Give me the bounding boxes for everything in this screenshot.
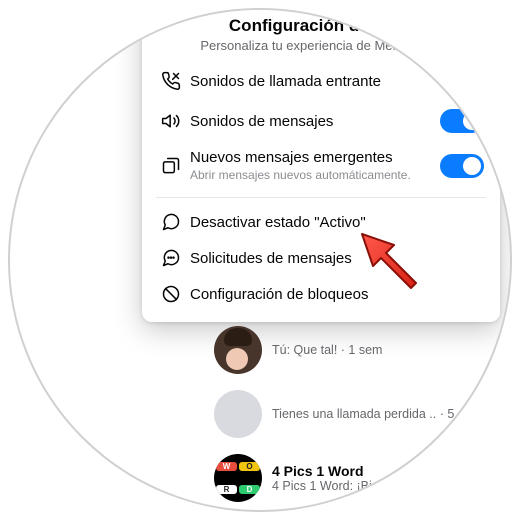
chat-name: 4 Pics 1 Word	[272, 463, 512, 479]
sidebar-more-button[interactable]: •••	[8, 272, 110, 307]
row-label: Sonidos de llamada entrante	[190, 73, 440, 90]
row-label: Solicitudes de mensajes	[190, 250, 484, 267]
chat-preview: 4 Pics 1 Word: ¡Bienvenido …	[272, 479, 512, 493]
row-label: Sonidos de mensajes	[190, 113, 440, 130]
chat-settings-panel: Configuración del chat Personaliza tu ex…	[142, 8, 500, 322]
avatar: WORD	[214, 454, 262, 502]
row-message-requests[interactable]: Solicitudes de mensajes	[152, 240, 490, 276]
separator	[156, 197, 486, 198]
row-label: Configuración de bloqueos	[190, 286, 484, 303]
chat-preview: Tú: Que tal! · 1 sem	[272, 343, 512, 357]
row-popup-messages[interactable]: Nuevos mensajes emergentes Abrir mensaje…	[152, 141, 490, 191]
toggle-message-sounds[interactable]	[440, 109, 484, 133]
toggle-incoming-call-sounds[interactable]	[440, 69, 484, 93]
chat-item[interactable]: Tienes una llamada perdida .. · 5 se	[208, 382, 512, 446]
sidebar-item-activity[interactable]: tividad	[8, 130, 110, 162]
popup-icon	[158, 156, 184, 176]
chat-item[interactable]: WORD 4 Pics 1 Word 4 Pics 1 Word: ¡Bienv…	[208, 446, 512, 510]
chat-list: Tú: Que tal! · 1 sem Tienes una llamada …	[208, 318, 512, 512]
row-hint: Abrir mensajes nuevos automáticamente.	[190, 168, 440, 183]
chat-preview: Tienes una llamada perdida .. · 5 se	[272, 407, 512, 421]
row-label: Nuevos mensajes emergentes	[190, 149, 440, 166]
chat-item[interactable]: Darts FRVR In…	[208, 510, 512, 512]
row-message-sounds[interactable]: Sonidos de mensajes	[152, 101, 490, 141]
row-block-settings[interactable]: Configuración de bloqueos	[152, 276, 490, 312]
avatar	[214, 326, 262, 374]
panel-subtitle: Personaliza tu experiencia de Messenger.	[152, 38, 490, 53]
row-incoming-call-sounds[interactable]: Sonidos de llamada entrante	[152, 61, 490, 101]
circular-viewport: tividad ••• ac. Configuración del chat P…	[8, 8, 512, 512]
badge-label: ac.	[503, 112, 512, 126]
toggle-popup-messages[interactable]	[440, 154, 484, 178]
row-label: Desactivar estado "Activo"	[190, 214, 484, 231]
message-requests-icon	[158, 248, 184, 268]
row-disable-active-status[interactable]: Desactivar estado "Activo"	[152, 204, 490, 240]
left-sidebar: tividad •••	[8, 130, 110, 307]
chat-off-icon	[158, 212, 184, 232]
panel-title: Configuración del chat	[152, 16, 490, 36]
phone-in-icon	[158, 71, 184, 91]
chat-item[interactable]: Tú: Que tal! · 1 sem	[208, 318, 512, 382]
avatar	[214, 390, 262, 438]
block-icon	[158, 284, 184, 304]
speaker-icon	[158, 111, 184, 131]
